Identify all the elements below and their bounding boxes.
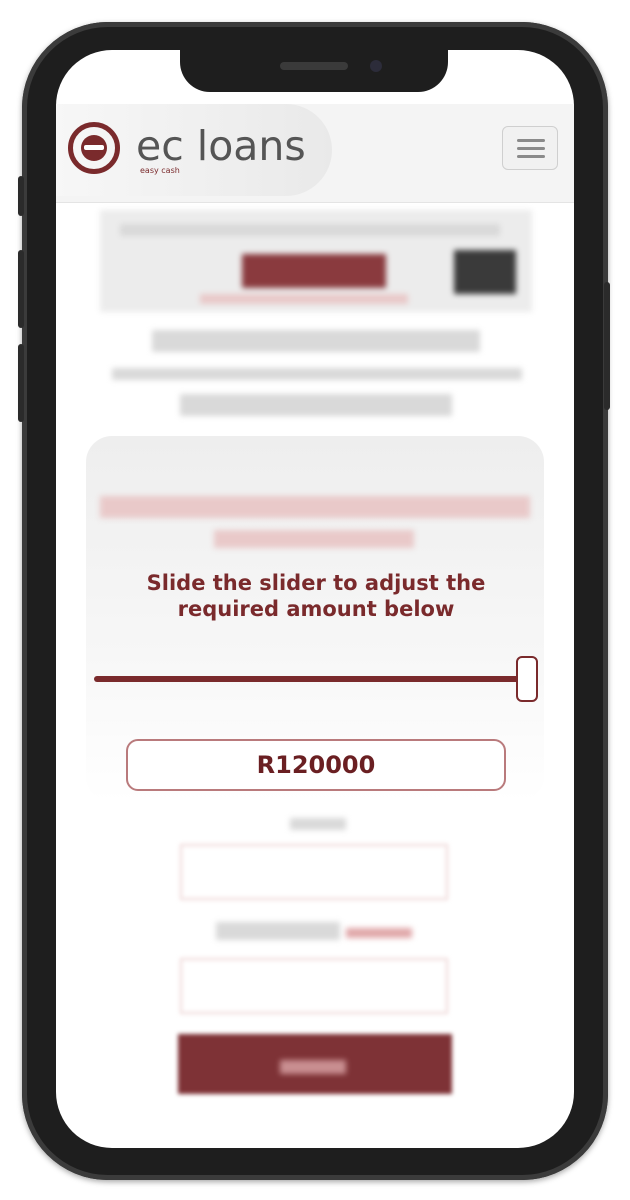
hamburger-menu-button[interactable] bbox=[502, 126, 558, 170]
notch bbox=[180, 50, 448, 92]
volume-up-button bbox=[18, 250, 24, 328]
blurred-card-title bbox=[100, 496, 530, 518]
blurred-heading bbox=[152, 330, 480, 352]
blurred-label bbox=[216, 922, 340, 940]
site-header: ec loans easy cash bbox=[56, 104, 574, 203]
logo[interactable]: ec loans easy cash bbox=[56, 104, 332, 196]
speaker bbox=[280, 62, 348, 70]
blurred-text bbox=[180, 394, 452, 416]
power-button bbox=[604, 282, 610, 410]
amount-display[interactable]: R120000 bbox=[126, 739, 506, 791]
front-camera bbox=[370, 60, 382, 72]
blurred-link[interactable] bbox=[346, 928, 412, 938]
submit-button-label bbox=[280, 1060, 346, 1074]
slider-instruction: Slide the slider to adjust the required … bbox=[146, 571, 486, 621]
brand-name: ec loans bbox=[136, 122, 306, 170]
phone-screen: ec loans easy cash Slide the slider to a… bbox=[56, 50, 574, 1148]
blurred-card-title bbox=[214, 530, 414, 548]
logo-icon bbox=[68, 122, 120, 174]
blurred-input-field[interactable] bbox=[180, 844, 448, 900]
blurred-text bbox=[112, 368, 522, 380]
blurred-input-field[interactable] bbox=[180, 958, 448, 1014]
blurred-label bbox=[290, 818, 346, 830]
volume-down-button bbox=[18, 344, 24, 422]
promo-banner[interactable] bbox=[100, 210, 532, 312]
amount-slider-thumb[interactable] bbox=[516, 656, 538, 702]
mute-switch bbox=[18, 176, 24, 216]
amount-slider-track[interactable] bbox=[94, 676, 522, 682]
brand-tagline: easy cash bbox=[140, 166, 180, 175]
